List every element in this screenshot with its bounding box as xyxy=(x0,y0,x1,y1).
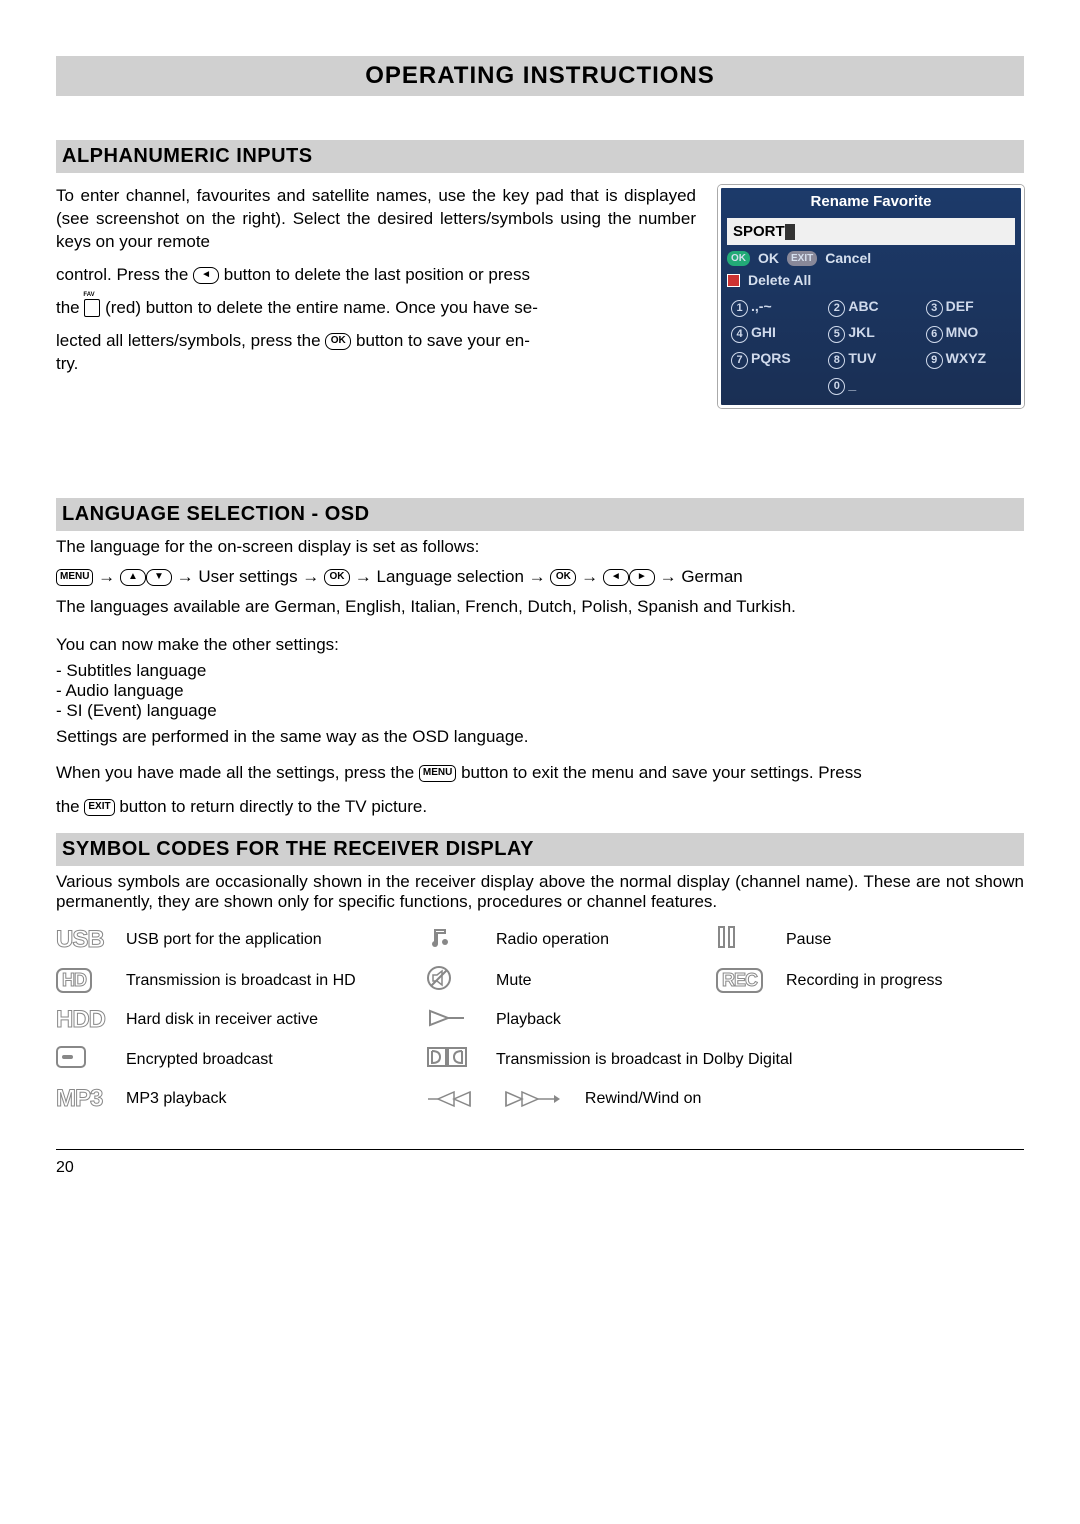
section-heading-alphanumeric: ALPHANUMERIC INPUTS xyxy=(56,140,1024,173)
menu-button-icon: MENU xyxy=(56,569,93,586)
symbol-desc: MP3 playback xyxy=(126,1090,426,1108)
symbol-desc: Rewind/Wind on xyxy=(585,1091,702,1108)
osd-keypad-cell xyxy=(731,375,816,395)
lang-press-menu: When you have made all the settings, pre… xyxy=(56,763,1024,783)
symbol-desc: Transmission is broadcast in Dolby Digit… xyxy=(496,1051,966,1069)
osd-title: Rename Favorite xyxy=(721,188,1021,216)
osd-keypad-cell: 9WXYZ xyxy=(926,349,1011,369)
red-square-icon xyxy=(727,274,740,287)
osd-keypad-cell: 4GHI xyxy=(731,323,816,343)
osd-keypad-cell xyxy=(926,375,1011,395)
section-heading-language: LANGUAGE SELECTION - OSD xyxy=(56,498,1024,531)
encrypted-key-icon xyxy=(56,1046,86,1068)
lang-sameway: Settings are performed in the same way a… xyxy=(56,727,1024,747)
up-arrow-icon: ▲ xyxy=(120,569,146,586)
osd-actions-row: OK OK EXIT Cancel xyxy=(721,247,1021,269)
osd-delete-label: Delete All xyxy=(748,271,811,289)
text: lected all letters/symbols, press the xyxy=(56,331,325,350)
list-item: SI (Event) language xyxy=(56,701,1024,721)
list-item: Audio language xyxy=(56,681,1024,701)
text: try. xyxy=(56,354,78,373)
lang-intro: The language for the on-screen display i… xyxy=(56,537,1024,557)
pause-icon xyxy=(716,925,738,949)
text: To enter channel, favourites and satelli… xyxy=(56,186,696,251)
osd-rename-input: SPORT xyxy=(727,218,1015,246)
down-arrow-icon: ▼ xyxy=(146,569,172,586)
rewind-wind-icon xyxy=(426,1088,576,1110)
lang-avail: The languages available are German, Engl… xyxy=(56,597,1024,617)
hd-icon: HD xyxy=(56,968,92,993)
symcodes-intro: Various symbols are occasionally shown i… xyxy=(56,872,1024,912)
exit-pill-icon: EXIT xyxy=(787,251,817,266)
symbol-desc: Hard disk in receiver active xyxy=(126,1011,426,1029)
text: button to save your en- xyxy=(356,331,530,350)
rec-icon: REC xyxy=(716,968,763,993)
ok-pill-icon: OK xyxy=(727,251,750,266)
symbol-desc: Playback xyxy=(496,1011,716,1029)
text: control. Press the xyxy=(56,265,193,284)
radio-note-icon xyxy=(426,924,452,950)
menu-button-icon: MENU xyxy=(419,765,456,782)
symbol-table: USB USB port for the application Radio o… xyxy=(56,924,1024,1113)
mute-icon xyxy=(426,965,454,991)
dolby-icon xyxy=(426,1044,470,1070)
text: Language selection xyxy=(372,567,529,586)
symbol-desc: Pause xyxy=(786,931,966,949)
text: button to delete the last position or pr… xyxy=(224,265,530,284)
alphanumeric-body: To enter channel, favourites and satelli… xyxy=(56,185,696,376)
lang-other-intro: You can now make the other settings: xyxy=(56,635,1024,655)
text: the xyxy=(56,797,84,816)
osd-screenshot: Rename Favorite SPORT OK OK EXIT Cancel … xyxy=(718,185,1024,408)
symbol-desc: Encrypted broadcast xyxy=(126,1051,426,1069)
left-arrow-button-icon: ◄ xyxy=(193,267,219,284)
symbol-desc: Mute xyxy=(496,972,716,990)
mp3-icon: MP3 xyxy=(56,1085,102,1112)
osd-keypad-cell: 3DEF xyxy=(926,297,1011,317)
symbol-desc: USB port for the application xyxy=(126,931,426,949)
osd-keypad-cell: 7PQRS xyxy=(731,349,816,369)
text: German xyxy=(677,567,743,586)
text: When you have made all the settings, pre… xyxy=(56,763,419,782)
text: User settings xyxy=(194,567,303,586)
page-title: OPERATING INSTRUCTIONS xyxy=(56,56,1024,96)
lang-press-exit: the EXIT button to return directly to th… xyxy=(56,797,1024,817)
text: (red) button to delete the entire name. … xyxy=(105,298,538,317)
osd-keypad: 1.,-~ 2ABC 3DEF 4GHI 5JKL 6MNO 7PQRS 8TUV 9WXYZ 0… xyxy=(721,291,1021,405)
left-arrow-icon: ◄ xyxy=(603,569,629,586)
osd-delete-row: Delete All xyxy=(721,269,1021,291)
osd-keypad-cell: 8TUV xyxy=(828,349,913,369)
osd-ok-label: OK xyxy=(758,249,779,267)
fav-red-button-icon xyxy=(84,299,100,317)
osd-keypad-cell: 1.,-~ xyxy=(731,297,816,317)
exit-button-icon: EXIT xyxy=(84,799,114,816)
text: button to return directly to the TV pict… xyxy=(119,797,427,816)
ok-button-icon: OK xyxy=(325,333,351,350)
play-icon xyxy=(426,1007,466,1029)
hdd-icon: HDD xyxy=(56,1006,105,1033)
symbol-desc: Radio operation xyxy=(496,931,716,949)
footer-rule xyxy=(56,1149,1024,1150)
symbol-desc: Transmission is broadcast in HD xyxy=(126,972,426,990)
list-item: Subtitles language xyxy=(56,661,1024,681)
ok-button-icon: OK xyxy=(324,569,350,586)
symbol-desc: Recording in progress xyxy=(786,972,966,990)
right-arrow-icon: ► xyxy=(629,569,655,586)
page-number: 20 xyxy=(56,1159,1024,1177)
text: button to exit the menu and save your se… xyxy=(461,763,862,782)
osd-keypad-cell: 6MNO xyxy=(926,323,1011,343)
usb-icon: USB xyxy=(56,926,104,953)
osd-cancel-label: Cancel xyxy=(825,249,871,267)
text: the xyxy=(56,298,84,317)
osd-keypad-cell: 0_ xyxy=(828,375,913,395)
lang-nav-path: MENU → ▲▼ → User settings → OK → Languag… xyxy=(56,567,1024,587)
section-heading-symbolcodes: SYMBOL CODES FOR THE RECEIVER DISPLAY xyxy=(56,833,1024,866)
osd-keypad-cell: 2ABC xyxy=(828,297,913,317)
osd-keypad-cell: 5JKL xyxy=(828,323,913,343)
lang-other-list: Subtitles languageAudio languageSI (Even… xyxy=(56,661,1024,721)
ok-button-icon: OK xyxy=(550,569,576,586)
